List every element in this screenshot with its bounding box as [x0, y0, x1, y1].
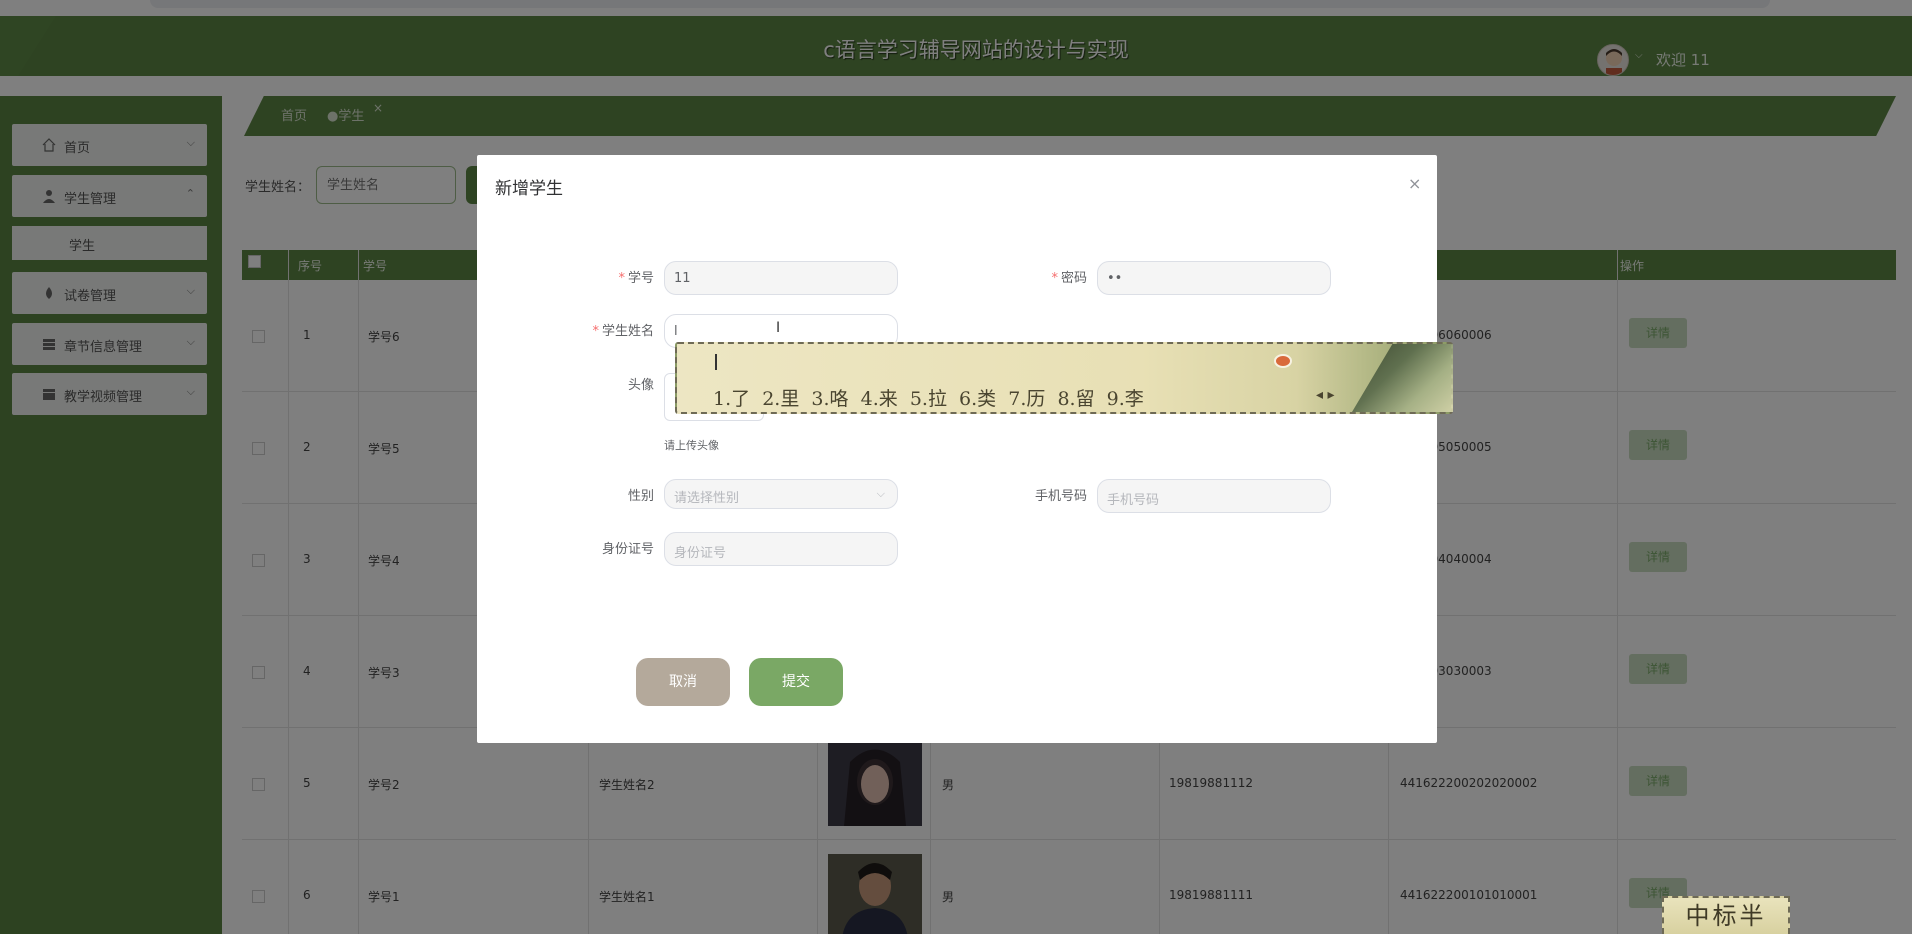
gender-label: 性别: [627, 489, 654, 504]
close-icon[interactable]: ×: [1408, 174, 1421, 193]
text-cursor-icon: I: [776, 320, 781, 336]
student-name-label: * 学生姓名: [592, 324, 654, 339]
add-student-dialog: 新增学生 × * 学号 11 * 密码 •• * 学生姓名 l 头像 请上传头像 性别…: [477, 155, 1437, 743]
dialog-title: 新增学生: [495, 179, 563, 199]
gender-select[interactable]: 请选择性别 ⌵: [664, 479, 898, 509]
ime-candidates[interactable]: 1.了 2.里 3.咯 4.来 5.拉 6.类 7.历 8.留 9.李: [713, 384, 1144, 411]
chevron-down-icon: ⌵: [876, 487, 885, 500]
ime-decoration: [1352, 344, 1453, 412]
ime-logo-icon[interactable]: [1274, 354, 1292, 368]
ime-next-page-icon[interactable]: ◂ ▸: [1316, 387, 1335, 403]
password-label: * 密码: [1051, 271, 1087, 286]
student-number-label: * 学号: [618, 271, 654, 286]
idcard-label: 身份证号: [601, 542, 654, 557]
ime-status-bar[interactable]: 中标半: [1662, 896, 1790, 934]
phone-label: 手机号码: [1034, 489, 1087, 504]
idcard-input[interactable]: 身份证号: [664, 532, 898, 566]
phone-input[interactable]: 手机号码: [1097, 479, 1331, 513]
student-number-input[interactable]: 11: [664, 261, 898, 295]
avatar-hint: 请上传头像: [664, 439, 719, 452]
gender-placeholder: 请选择性别: [674, 491, 740, 506]
cancel-button[interactable]: 取消: [636, 658, 730, 706]
avatar-label: 头像: [627, 378, 654, 393]
ime-candidate-window[interactable]: 1.了 2.里 3.咯 4.来 5.拉 6.类 7.历 8.留 9.李 ◂ ▸: [675, 342, 1453, 414]
submit-button[interactable]: 提交: [749, 658, 843, 706]
password-input[interactable]: ••: [1097, 261, 1331, 295]
ime-caret: [715, 354, 717, 370]
